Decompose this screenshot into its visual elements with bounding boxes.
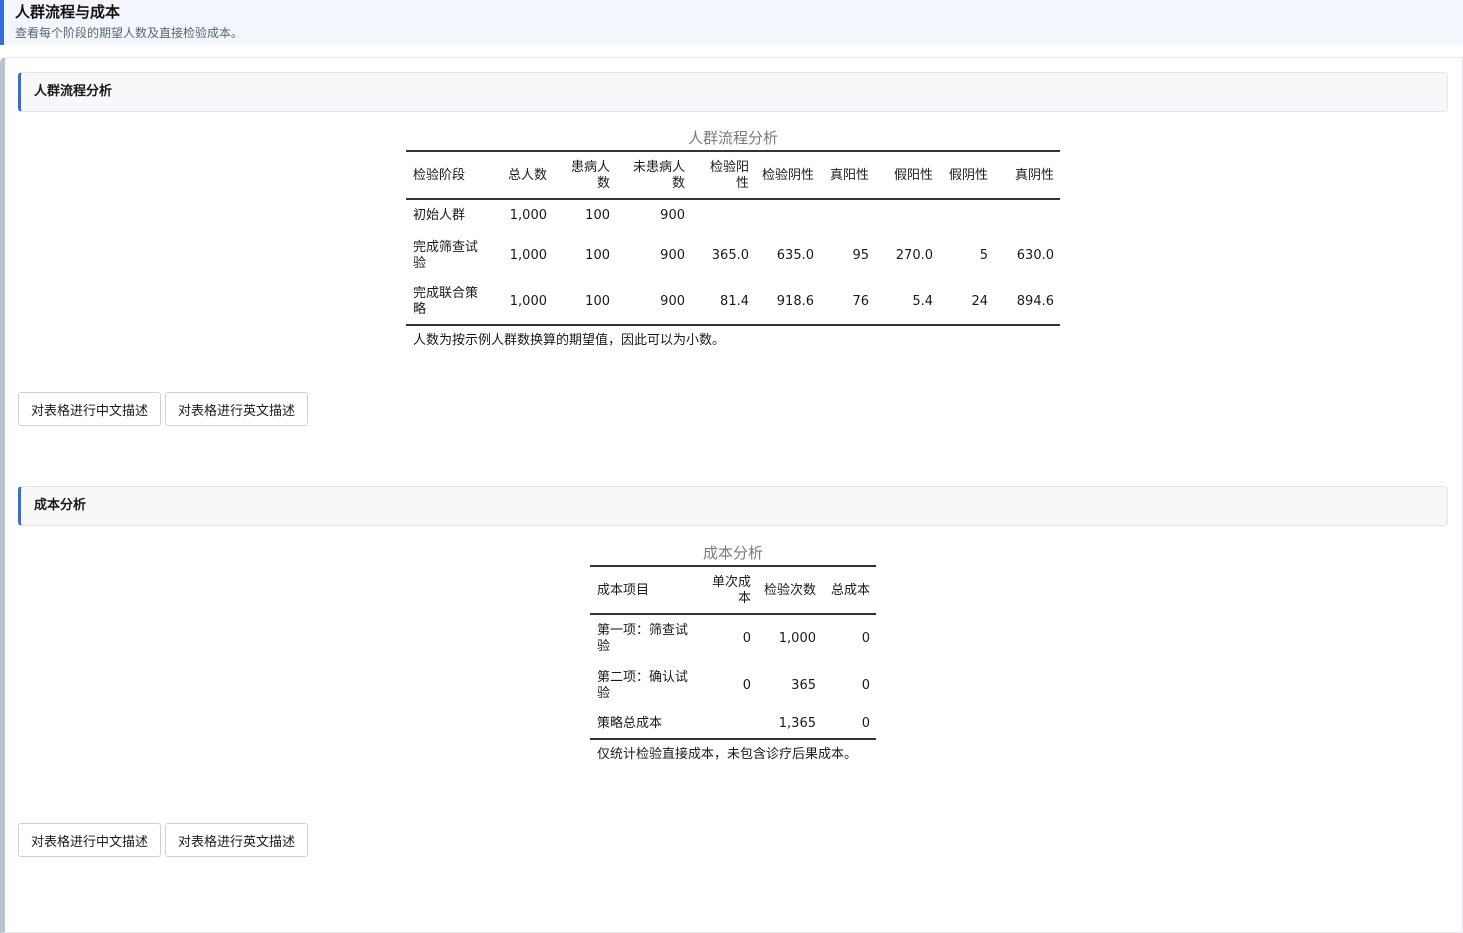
cost-table-note: 仅统计检验直接成本，未包含诊疗后果成本。: [597, 747, 858, 762]
flow-col-header: 未患病人数: [632, 160, 685, 191]
cost-table-header-row: 成本项目 单次成本 检验次数 总成本: [590, 566, 876, 614]
table-row: 第一项：筛查试验 0 1,000 0: [590, 614, 876, 662]
table-cell: 630.0: [1016, 247, 1054, 263]
table-row: 第二项：确认试验 0 365 0: [590, 662, 876, 709]
table-cell: 894.6: [1016, 293, 1054, 309]
table-cell: 900: [660, 293, 685, 309]
flow-table-header-row: 检验阶段 总人数 患病人数 未患病人数 检验阳性 检验阴性 真阳性 假阳性 假阴…: [406, 151, 1060, 199]
flow-col-header: 检验阶段: [413, 168, 466, 183]
flow-col-header: 总人数: [507, 168, 547, 183]
describe-english-button[interactable]: 对表格进行英文描述: [165, 392, 309, 426]
main-panel: 人群流程分析 人群流程分析 检验阶段 总人数 患病人数 未患病人数 检验阳性 检…: [0, 57, 1463, 933]
table-cell: 100: [585, 208, 610, 223]
table-cell: 365.0: [711, 247, 749, 263]
table-cell: 270.0: [895, 247, 933, 263]
table-cell: [994, 199, 1060, 232]
table-cell: 100: [585, 247, 610, 263]
table-cell: 0: [742, 677, 751, 693]
describe-chinese-button[interactable]: 对表格进行中文描述: [18, 823, 162, 857]
table-cell: 0: [861, 630, 870, 646]
table-cell: [820, 199, 875, 232]
table-cell: 1,365: [778, 715, 816, 731]
table-cell: 900: [660, 247, 685, 263]
page-header: 人群流程与成本 查看每个阶段的期望人数及直接检验成本。: [0, 0, 1463, 45]
section-header-flow: 人群流程分析: [18, 72, 1448, 112]
flow-col-header: 真阴性: [1014, 168, 1054, 183]
table-cell: [939, 199, 994, 232]
table-cell: 完成筛查试验: [413, 239, 479, 271]
table-cell: [694, 709, 757, 739]
section-header-cost: 成本分析: [18, 486, 1448, 526]
table-cell: 第二项：确认试验: [597, 669, 689, 701]
flow-table-caption: 人群流程分析: [687, 129, 778, 147]
table-cell: 1,000: [509, 247, 547, 263]
cost-col-header: 单次成本: [711, 575, 751, 606]
table-cell: 1,000: [509, 293, 547, 309]
table-cell: 初始人群: [413, 208, 466, 223]
flow-col-header: 假阳性: [893, 168, 933, 183]
table-cell: 635.0: [776, 247, 814, 263]
flow-col-header: 假阴性: [948, 168, 988, 183]
table-cell: 5: [979, 247, 988, 263]
flow-button-row: 对表格进行中文描述 对表格进行英文描述: [18, 392, 309, 426]
table-cell: 918.6: [776, 293, 814, 309]
flow-col-header: 检验阴性: [762, 168, 815, 183]
flow-col-header: 检验阳性: [709, 160, 749, 191]
flow-table: 检验阶段 总人数 患病人数 未患病人数 检验阳性 检验阴性 真阳性 假阳性 假阴…: [406, 150, 1060, 326]
table-cell: 第一项：筛查试验: [597, 622, 689, 654]
flow-col-header: 患病人数: [570, 160, 610, 191]
cost-button-row: 对表格进行中文描述 对表格进行英文描述: [18, 823, 309, 857]
table-cell: 81.4: [720, 293, 749, 309]
cost-table: 成本项目 单次成本 检验次数 总成本 第一项：筛查试验 0 1,000 0 第二…: [590, 565, 876, 740]
table-cell: [875, 199, 939, 232]
table-cell: [755, 199, 820, 232]
cost-col-header: 检验次数: [764, 583, 817, 598]
cost-table-caption: 成本分析: [702, 544, 763, 562]
flow-col-header: 真阳性: [829, 168, 869, 183]
table-cell: 1,000: [509, 208, 547, 223]
table-cell: 900: [660, 208, 685, 223]
flow-table-block: 人群流程分析 检验阶段 总人数 患病人数 未患病人数 检验阳性 检验阴性 真阳性…: [406, 128, 1060, 349]
table-cell: 0: [861, 677, 870, 693]
page-title: 人群流程与成本: [15, 3, 121, 21]
table-cell: 24: [971, 293, 988, 309]
table-row: 策略总成本 1,365 0: [590, 709, 876, 739]
table-cell: 0: [861, 715, 870, 731]
table-cell: 1,000: [778, 630, 816, 646]
cost-col-header: 总成本: [830, 583, 870, 598]
flow-table-note: 人数为按示例人群数换算的期望值，因此可以为小数。: [413, 333, 726, 348]
table-cell: [691, 199, 755, 232]
table-row: 完成联合策略 1,000 100 900 81.4 918.6 76 5.4 2…: [406, 279, 1060, 325]
cost-table-block: 成本分析 成本项目 单次成本 检验次数 总成本 第一项：筛查试验 0 1,000…: [590, 543, 876, 763]
table-cell: 365: [791, 677, 816, 693]
table-row: 完成筛查试验 1,000 100 900 365.0 635.0 95 270.…: [406, 232, 1060, 279]
table-cell: 策略总成本: [597, 715, 663, 731]
table-cell: 5.4: [912, 293, 933, 309]
table-cell: 76: [852, 293, 869, 309]
table-cell: 完成联合策略: [413, 285, 479, 317]
table-cell: 0: [742, 630, 751, 646]
table-cell: 95: [852, 247, 869, 263]
table-row: 初始人群 1,000 100 900: [406, 199, 1060, 232]
describe-english-button[interactable]: 对表格进行英文描述: [165, 823, 309, 857]
describe-chinese-button[interactable]: 对表格进行中文描述: [18, 392, 162, 426]
table-cell: 100: [585, 293, 610, 309]
cost-col-header: 成本项目: [597, 583, 650, 598]
page-subtitle: 查看每个阶段的期望人数及直接检验成本。: [15, 26, 244, 40]
